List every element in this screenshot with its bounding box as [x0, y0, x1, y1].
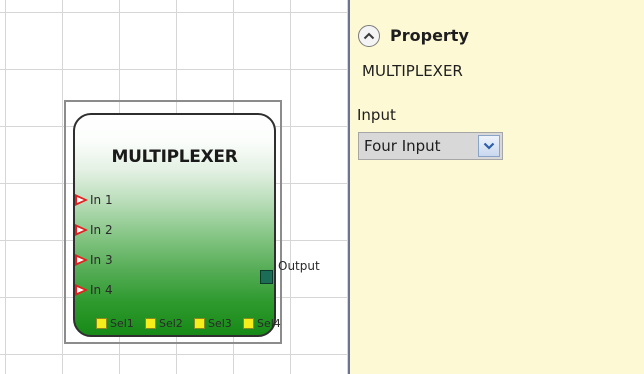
selector-port-1[interactable]: Sel1 — [96, 317, 134, 330]
triangle-right-icon — [75, 194, 88, 206]
selector-label: Sel2 — [159, 317, 183, 330]
triangle-right-icon — [75, 254, 88, 266]
selector-label: Sel3 — [208, 317, 232, 330]
property-panel: Property MULTIPLEXER Input Four Input — [350, 0, 644, 374]
selector-label: Sel4 — [257, 317, 281, 330]
input-port-label: In 3 — [90, 253, 113, 267]
collapse-button[interactable] — [358, 25, 380, 47]
square-icon — [243, 318, 254, 329]
triangle-right-icon — [75, 224, 88, 236]
triangle-right-icon — [75, 284, 88, 296]
selector-port-4[interactable]: Sel4 — [243, 317, 281, 330]
input-port-3[interactable]: In 3 — [75, 253, 113, 267]
output-port[interactable] — [260, 270, 273, 284]
output-port-label: Output — [278, 259, 320, 273]
input-count-value: Four Input — [364, 137, 441, 155]
square-icon — [194, 318, 205, 329]
multiplexer-block[interactable]: MULTIPLEXER In 1 In 2 In 3 In 4 Sel1 Sel… — [73, 113, 281, 337]
selector-label: Sel1 — [110, 317, 134, 330]
selector-port-2[interactable]: Sel2 — [145, 317, 183, 330]
input-count-select[interactable]: Four Input — [358, 132, 503, 160]
panel-subtitle: MULTIPLEXER — [362, 62, 463, 80]
chevron-up-icon — [363, 32, 375, 40]
input-port-4[interactable]: In 4 — [75, 283, 113, 297]
input-field-label: Input — [357, 106, 396, 124]
input-port-2[interactable]: In 2 — [75, 223, 113, 237]
selector-port-3[interactable]: Sel3 — [194, 317, 232, 330]
block-title: MULTIPLEXER — [111, 147, 238, 167]
chevron-down-icon — [483, 142, 495, 150]
input-port-label: In 1 — [90, 193, 113, 207]
input-port-1[interactable]: In 1 — [75, 193, 113, 207]
square-icon — [96, 318, 107, 329]
dropdown-button[interactable] — [478, 135, 500, 157]
input-port-label: In 2 — [90, 223, 113, 237]
input-port-label: In 4 — [90, 283, 113, 297]
square-icon — [145, 318, 156, 329]
panel-title: Property — [390, 26, 469, 45]
